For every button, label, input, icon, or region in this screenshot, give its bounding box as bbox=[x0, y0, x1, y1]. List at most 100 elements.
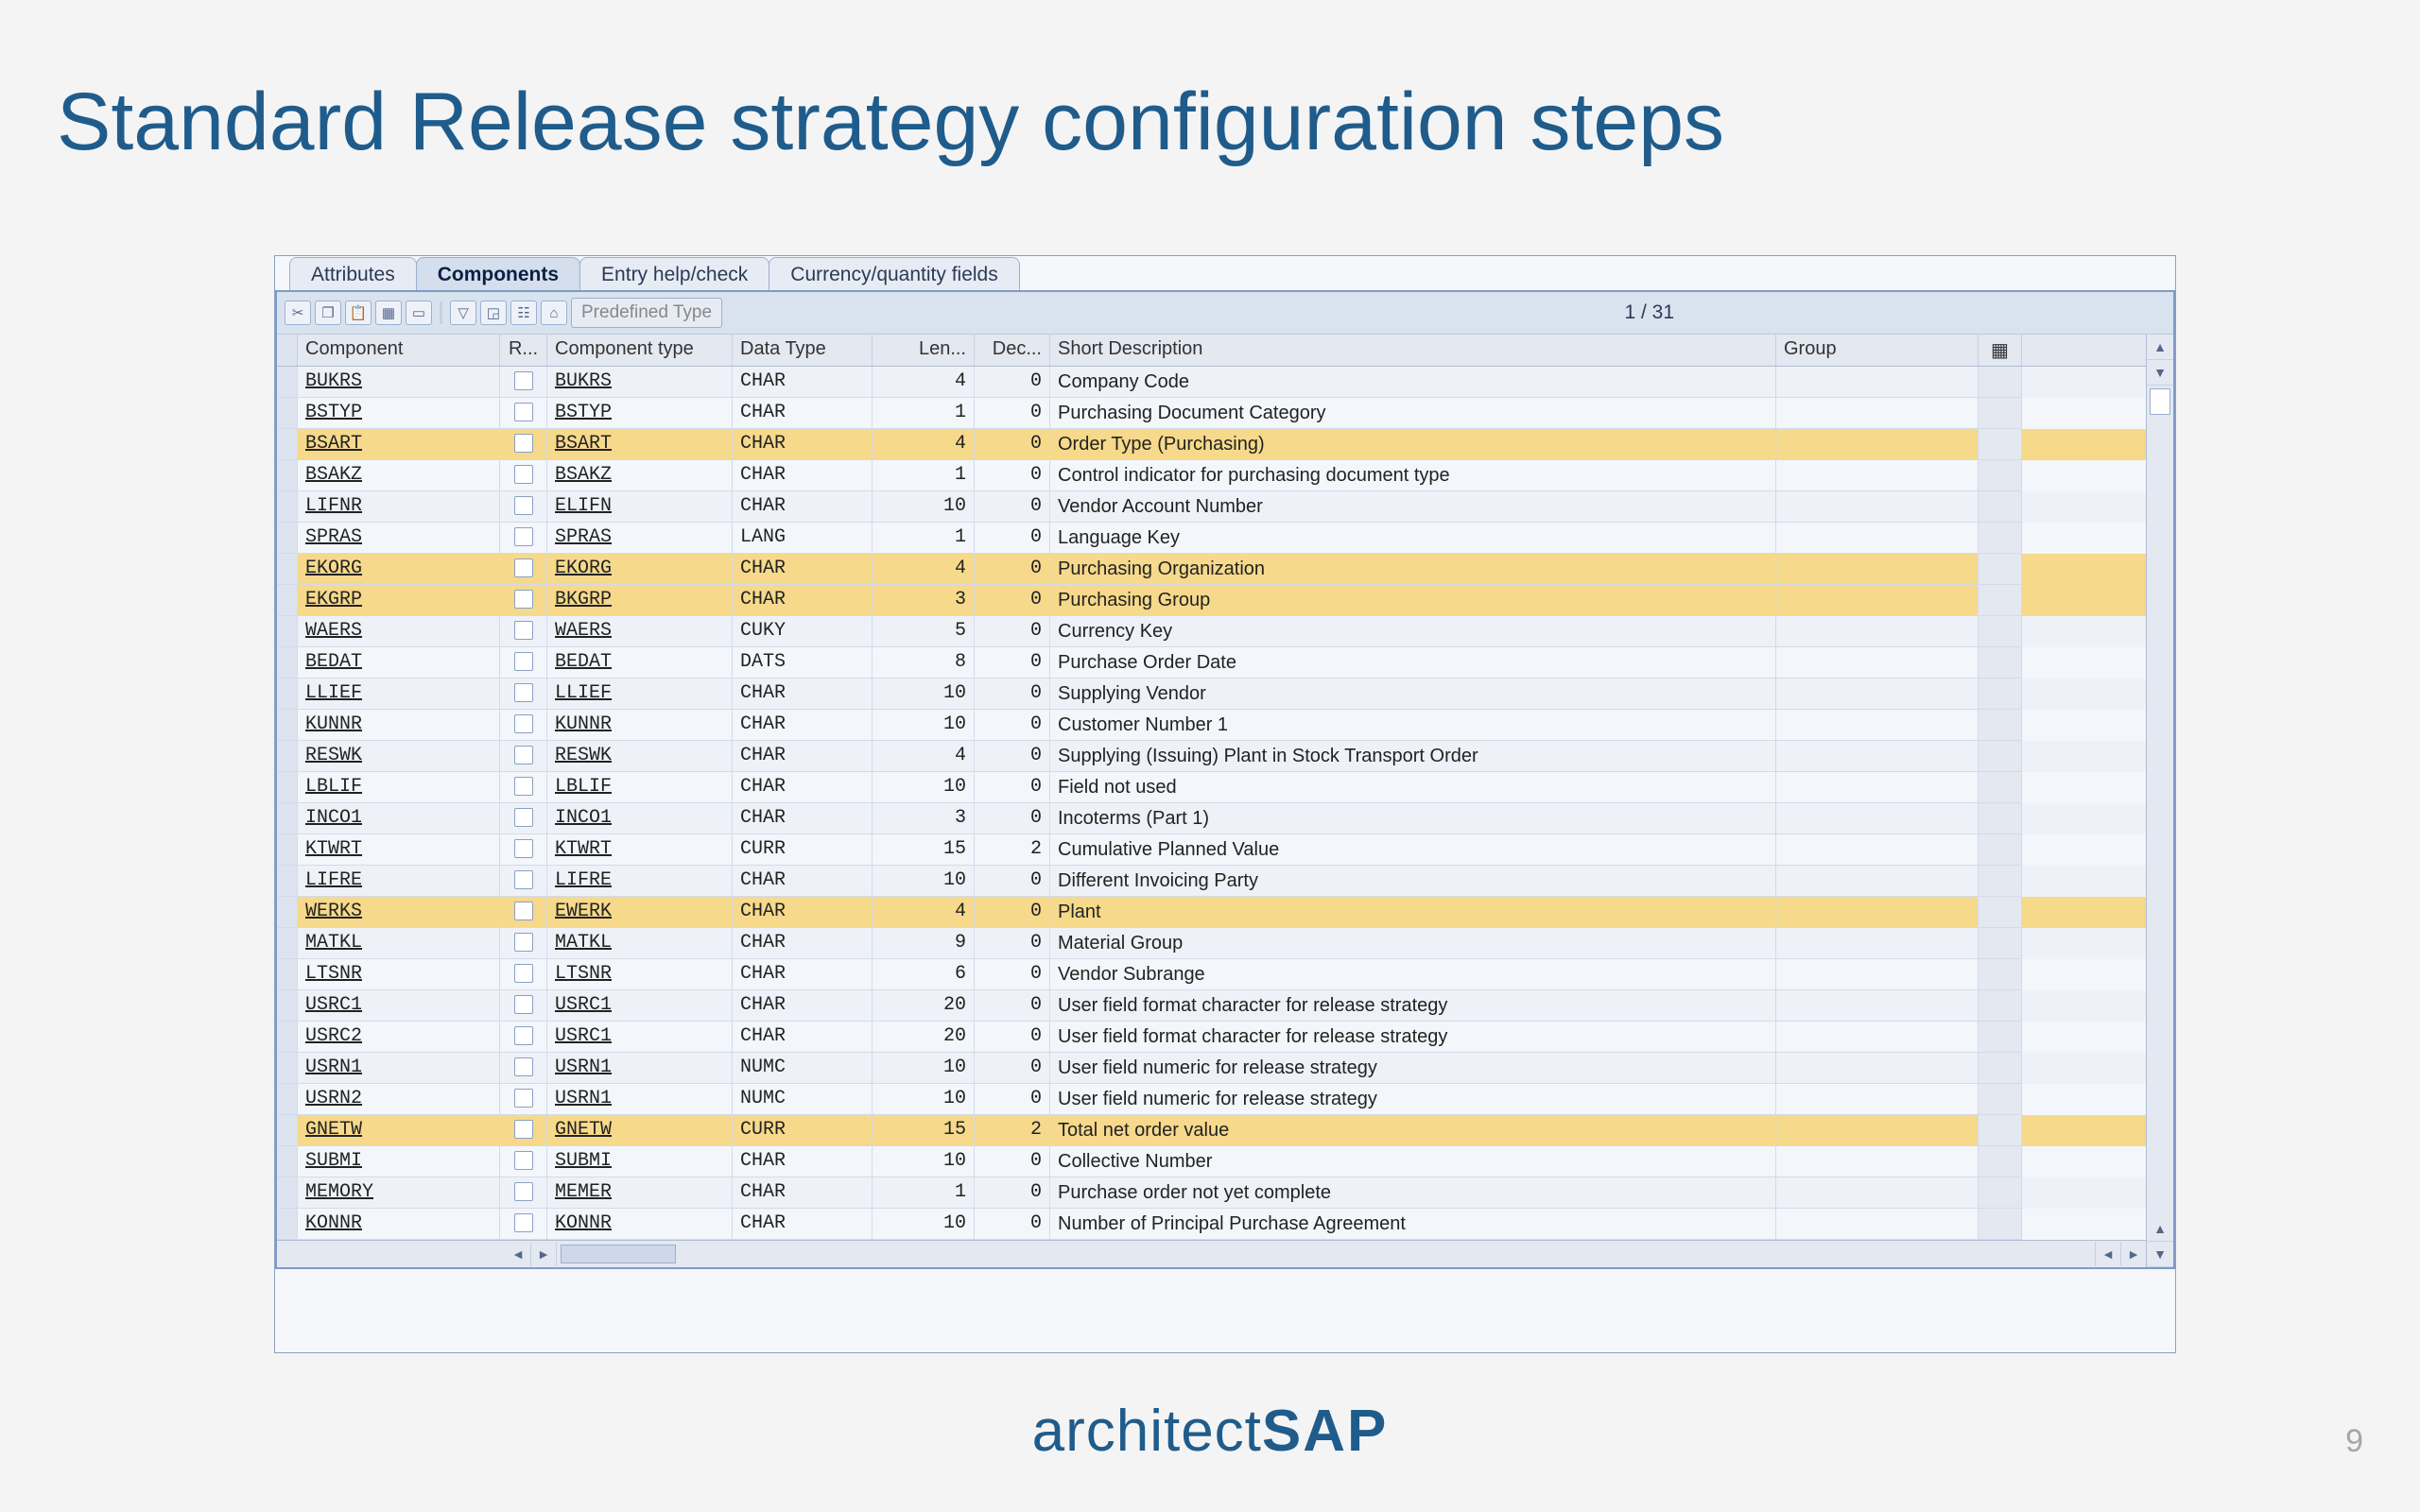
rtype-checkbox[interactable] bbox=[514, 1182, 533, 1201]
rtype-checkbox[interactable] bbox=[514, 714, 533, 733]
search-help-icon[interactable]: ⌂ bbox=[541, 301, 567, 325]
table-row[interactable]: USRN2USRN1NUMC100User field numeric for … bbox=[277, 1084, 2146, 1115]
row-handle[interactable] bbox=[277, 1084, 298, 1115]
row-handle[interactable] bbox=[277, 1209, 298, 1240]
scroll-left2-icon[interactable]: ◄ bbox=[2095, 1242, 2120, 1266]
scroll-up-icon[interactable]: ▲ bbox=[2147, 335, 2173, 360]
table-row[interactable]: KUNNRKUNNRCHAR100Customer Number 1 bbox=[277, 710, 2146, 741]
rtype-checkbox[interactable] bbox=[514, 683, 533, 702]
component-field[interactable]: KUNNR bbox=[305, 713, 362, 735]
collapse-icon[interactable]: ◲ bbox=[480, 301, 507, 325]
rtype-checkbox[interactable] bbox=[514, 558, 533, 577]
table-row[interactable]: GNETWGNETWCURR152Total net order value bbox=[277, 1115, 2146, 1146]
table-row[interactable]: BSAKZBSAKZCHAR10Control indicator for pu… bbox=[277, 460, 2146, 491]
table-row[interactable]: LLIEFLLIEFCHAR100Supplying Vendor bbox=[277, 679, 2146, 710]
row-handle[interactable] bbox=[277, 491, 298, 523]
rtype-checkbox[interactable] bbox=[514, 1120, 533, 1139]
rtype-checkbox[interactable] bbox=[514, 933, 533, 952]
row-handle[interactable] bbox=[277, 398, 298, 429]
row-handle[interactable] bbox=[277, 585, 298, 616]
table-row[interactable]: BSARTBSARTCHAR40Order Type (Purchasing) bbox=[277, 429, 2146, 460]
rtype-checkbox[interactable] bbox=[514, 1089, 533, 1108]
row-handle[interactable] bbox=[277, 679, 298, 710]
row-handle[interactable] bbox=[277, 990, 298, 1022]
component-field[interactable]: EKGRP bbox=[305, 589, 362, 610]
component-type-field[interactable]: USRC1 bbox=[555, 1025, 612, 1047]
component-type-field[interactable]: SPRAS bbox=[555, 526, 612, 548]
component-field[interactable]: GNETW bbox=[305, 1119, 362, 1141]
row-handle[interactable] bbox=[277, 897, 298, 928]
component-field[interactable]: BSART bbox=[305, 433, 362, 455]
rtype-checkbox[interactable] bbox=[514, 808, 533, 827]
component-field[interactable]: USRC2 bbox=[305, 1025, 362, 1047]
row-handle[interactable] bbox=[277, 1053, 298, 1084]
table-row[interactable]: BUKRSBUKRSCHAR40Company Code bbox=[277, 367, 2146, 398]
table-row[interactable]: KONNRKONNRCHAR100Number of Principal Pur… bbox=[277, 1209, 2146, 1240]
scroll-left-icon[interactable]: ◄ bbox=[506, 1242, 531, 1266]
component-type-field[interactable]: LIFRE bbox=[555, 869, 612, 891]
component-type-field[interactable]: KONNR bbox=[555, 1212, 612, 1234]
insert-row-icon[interactable]: ▦ bbox=[375, 301, 402, 325]
row-handle[interactable] bbox=[277, 710, 298, 741]
table-row[interactable]: EKGRPBKGRPCHAR30Purchasing Group bbox=[277, 585, 2146, 616]
component-field[interactable]: BSTYP bbox=[305, 402, 362, 423]
component-field[interactable]: EKORG bbox=[305, 558, 362, 579]
component-type-field[interactable]: USRN1 bbox=[555, 1088, 612, 1109]
component-field[interactable]: LLIEF bbox=[305, 682, 362, 704]
vertical-scrollbar[interactable]: ▲ ▼ ▲ ▼ bbox=[2146, 335, 2173, 1267]
rtype-checkbox[interactable] bbox=[514, 1213, 533, 1232]
rtype-checkbox[interactable] bbox=[514, 590, 533, 609]
component-field[interactable]: MATKL bbox=[305, 932, 362, 954]
delete-row-icon[interactable]: ▭ bbox=[406, 301, 432, 325]
component-field[interactable]: USRN2 bbox=[305, 1088, 362, 1109]
row-handle[interactable] bbox=[277, 959, 298, 990]
component-type-field[interactable]: MATKL bbox=[555, 932, 612, 954]
row-handle[interactable] bbox=[277, 834, 298, 866]
rtype-checkbox[interactable] bbox=[514, 1026, 533, 1045]
tab-currency-quantity[interactable]: Currency/quantity fields bbox=[769, 257, 1019, 290]
expand-icon[interactable]: ▽ bbox=[450, 301, 476, 325]
table-row[interactable]: MATKLMATKLCHAR90Material Group bbox=[277, 928, 2146, 959]
table-row[interactable]: INCO1INCO1CHAR30Incoterms (Part 1) bbox=[277, 803, 2146, 834]
row-handle[interactable] bbox=[277, 803, 298, 834]
component-field[interactable]: SPRAS bbox=[305, 526, 362, 548]
component-field[interactable]: USRC1 bbox=[305, 994, 362, 1016]
rtype-checkbox[interactable] bbox=[514, 652, 533, 671]
row-handle[interactable] bbox=[277, 367, 298, 398]
row-handle[interactable] bbox=[277, 460, 298, 491]
rtype-checkbox[interactable] bbox=[514, 839, 533, 858]
row-handle[interactable] bbox=[277, 1146, 298, 1177]
tab-components[interactable]: Components bbox=[416, 257, 580, 290]
component-field[interactable]: WERKS bbox=[305, 901, 362, 922]
component-type-field[interactable]: USRN1 bbox=[555, 1057, 612, 1078]
component-type-field[interactable]: LBLIF bbox=[555, 776, 612, 798]
component-field[interactable]: RESWK bbox=[305, 745, 362, 766]
row-handle[interactable] bbox=[277, 429, 298, 460]
row-handle[interactable] bbox=[277, 647, 298, 679]
cut-icon[interactable]: ✂ bbox=[285, 301, 311, 325]
component-type-field[interactable]: USRC1 bbox=[555, 994, 612, 1016]
rtype-checkbox[interactable] bbox=[514, 527, 533, 546]
tab-entry-help[interactable]: Entry help/check bbox=[579, 257, 769, 290]
row-handle[interactable] bbox=[277, 554, 298, 585]
component-type-field[interactable]: LLIEF bbox=[555, 682, 612, 704]
table-row[interactable]: WAERSWAERSCUKY50Currency Key bbox=[277, 616, 2146, 647]
rtype-checkbox[interactable] bbox=[514, 403, 533, 421]
scroll-right-icon[interactable]: ► bbox=[531, 1242, 557, 1266]
scroll-down-icon[interactable]: ▼ bbox=[2147, 360, 2173, 386]
component-field[interactable]: BSAKZ bbox=[305, 464, 362, 486]
component-field[interactable]: BEDAT bbox=[305, 651, 362, 673]
table-row[interactable]: USRN1USRN1NUMC100User field numeric for … bbox=[277, 1053, 2146, 1084]
row-handle[interactable] bbox=[277, 616, 298, 647]
scroll-down2-icon[interactable]: ▼ bbox=[2147, 1242, 2173, 1267]
table-row[interactable]: LTSNRLTSNRCHAR60Vendor Subrange bbox=[277, 959, 2146, 990]
table-row[interactable]: SPRASSPRASLANG10Language Key bbox=[277, 523, 2146, 554]
predefined-type-button[interactable]: Predefined Type bbox=[571, 298, 722, 328]
rtype-checkbox[interactable] bbox=[514, 746, 533, 765]
table-row[interactable]: BSTYPBSTYPCHAR10Purchasing Document Cate… bbox=[277, 398, 2146, 429]
rtype-checkbox[interactable] bbox=[514, 964, 533, 983]
scroll-up2-icon[interactable]: ▲ bbox=[2147, 1216, 2173, 1242]
col-group[interactable]: Group bbox=[1776, 335, 1979, 366]
row-handle[interactable] bbox=[277, 866, 298, 897]
row-handle[interactable] bbox=[277, 928, 298, 959]
